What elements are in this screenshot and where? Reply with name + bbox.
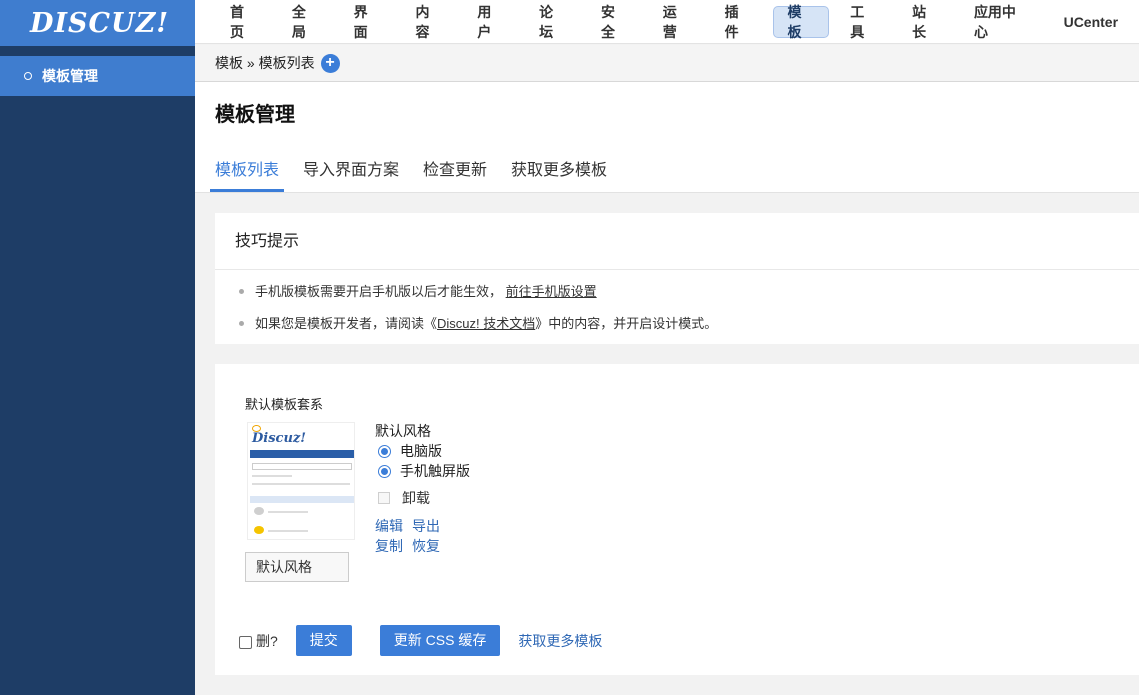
- tips-title: 技巧提示: [215, 213, 1139, 270]
- circle-bullet-icon: [24, 72, 32, 80]
- template-options: 默认风格 电脑版 手机触屏版 卸载 编辑 导出 复制 恢复: [375, 421, 470, 556]
- copy-link[interactable]: 复制: [375, 538, 403, 554]
- nav-security[interactable]: 安全: [588, 4, 642, 40]
- option-uninstall-label: 卸载: [402, 490, 430, 506]
- radio-checked-icon[interactable]: [378, 444, 391, 458]
- submit-button[interactable]: 提交: [295, 625, 352, 656]
- delete-label: 删?: [256, 632, 278, 649]
- delete-checkbox[interactable]: [239, 636, 252, 649]
- tab-check-update[interactable]: 检查更新: [418, 144, 492, 192]
- export-link[interactable]: 导出: [412, 518, 440, 534]
- nav-webmaster[interactable]: 站长: [899, 4, 953, 40]
- get-more-templates-link[interactable]: 获取更多模板: [518, 631, 602, 651]
- thumbnail-search: [252, 463, 352, 470]
- uninstall-checkbox[interactable]: [378, 492, 390, 504]
- nav-interface[interactable]: 界面: [341, 4, 395, 40]
- sidebar-item-label: 模板管理: [42, 68, 98, 84]
- tab-bar: 模板列表 导入界面方案 检查更新 获取更多模板: [210, 144, 626, 192]
- nav-tools[interactable]: 工具: [837, 4, 891, 40]
- tab-more-templates[interactable]: 获取更多模板: [506, 144, 612, 192]
- tip-item: 手机版模板需要开启手机版以后才能生效， 前往手机版设置: [239, 279, 1139, 311]
- edit-link[interactable]: 编辑: [375, 518, 403, 534]
- tip-text: 手机版模板需要开启手机版以后才能生效，: [255, 284, 503, 299]
- update-css-cache-button[interactable]: 更新 CSS 缓存: [379, 625, 501, 656]
- nav-user[interactable]: 用户: [464, 4, 518, 40]
- option-mobile[interactable]: 手机触屏版: [378, 461, 470, 481]
- thumbnail-logo: Discuz!: [252, 431, 306, 446]
- discuz-docs-link[interactable]: Discuz! 技术文档: [437, 316, 535, 331]
- nav-templates[interactable]: 模板: [773, 4, 830, 40]
- option-pc[interactable]: 电脑版: [378, 441, 470, 461]
- tip-text: 》中的内容，并开启设计模式。: [535, 316, 718, 331]
- radio-checked-icon[interactable]: [378, 464, 391, 478]
- breadcrumb-text: 模板 » 模板列表: [215, 55, 315, 71]
- tab-template-list[interactable]: 模板列表: [210, 144, 285, 192]
- restore-link[interactable]: 恢复: [412, 538, 440, 554]
- page-header: 模板管理 模板列表 导入界面方案 检查更新 获取更多模板: [195, 82, 1139, 193]
- thumbnail-line: [268, 511, 308, 513]
- tips-panel: 技巧提示 手机版模板需要开启手机版以后才能生效， 前往手机版设置 如果您是模板开…: [215, 213, 1139, 344]
- thumbnail-forum-icon: [254, 507, 264, 515]
- nav-operations[interactable]: 运营: [650, 4, 704, 40]
- nav-forum[interactable]: 论坛: [526, 4, 580, 40]
- nav-ucenter[interactable]: UCenter: [1051, 6, 1131, 38]
- nav-app-center[interactable]: 应用中心: [961, 4, 1043, 40]
- style-name-field[interactable]: 默认风格: [245, 552, 349, 582]
- option-pc-label: 电脑版: [400, 443, 442, 459]
- nav-global[interactable]: 全局: [279, 4, 333, 40]
- thumbnail-section-header: [250, 496, 354, 503]
- breadcrumb: 模板 » 模板列表 +: [195, 45, 1139, 82]
- tips-list: 手机版模板需要开启手机版以后才能生效， 前往手机版设置 如果您是模板开发者，请阅…: [215, 270, 1139, 343]
- add-icon[interactable]: +: [320, 53, 340, 73]
- template-panel: 默认模板套系 Discuz! 默认风格 默认风格 电脑版 手机触屏版 卸载 编辑…: [215, 364, 1139, 675]
- thumbnail-forum-icon: [254, 526, 264, 534]
- top-navigation: 首页 全局 界面 内容 用户 论坛 安全 运营 插件 模板 工具 站长 应用中心…: [195, 0, 1139, 44]
- discuz-logo[interactable]: DISCUZ!: [30, 8, 169, 39]
- thumbnail-navbar: [250, 450, 354, 458]
- mobile-settings-link[interactable]: 前往手机版设置: [506, 284, 597, 299]
- sidebar-item-template-manage[interactable]: 模板管理: [0, 56, 195, 96]
- page-title: 模板管理: [215, 104, 295, 126]
- tip-text: 如果您是模板开发者，请阅读《: [255, 316, 438, 331]
- thumbnail-line: [252, 483, 350, 485]
- thumbnail-line: [268, 530, 308, 532]
- tip-item: 如果您是模板开发者，请阅读《Discuz! 技术文档》中的内容，并开启设计模式。: [239, 311, 1139, 343]
- tab-import-scheme[interactable]: 导入界面方案: [298, 144, 404, 192]
- style-label: 默认风格: [375, 423, 431, 439]
- template-preview-thumbnail: Discuz!: [247, 422, 355, 540]
- sidebar: DISCUZ! 模板管理: [0, 0, 195, 695]
- nav-home[interactable]: 首页: [217, 4, 271, 40]
- nav-plugins[interactable]: 插件: [712, 4, 766, 40]
- option-uninstall[interactable]: 卸载: [378, 488, 470, 508]
- form-actions: 删? 提交 更新 CSS 缓存 获取更多模板: [239, 625, 602, 656]
- logo-area: DISCUZ!: [0, 0, 195, 46]
- nav-content[interactable]: 内容: [402, 4, 456, 40]
- option-mobile-label: 手机触屏版: [400, 463, 470, 479]
- template-suite-title: 默认模板套系: [245, 397, 324, 412]
- thumbnail-line: [252, 475, 292, 477]
- template-action-links: 编辑 导出 复制 恢复: [375, 516, 470, 556]
